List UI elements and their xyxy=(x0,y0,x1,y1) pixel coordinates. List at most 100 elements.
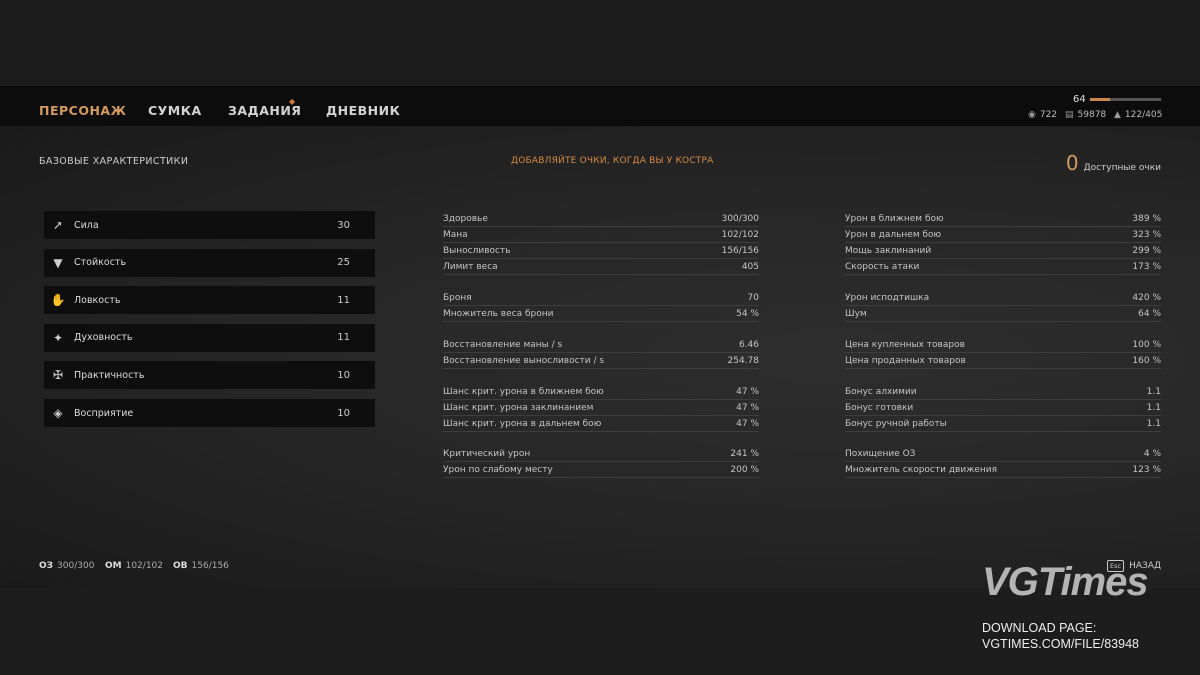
stat-label: Лимит веса xyxy=(443,261,498,272)
stat-row: Восстановление выносливости / s 254.78 xyxy=(443,353,759,369)
attribute-row[interactable]: ▼ Стойкость 25 xyxy=(44,248,375,277)
stat-row: Похищение ОЗ 4 % xyxy=(845,446,1161,462)
stat-value: 1.1 xyxy=(1146,402,1161,413)
coins-value: 722 xyxy=(1039,110,1058,120)
attribute-row[interactable]: ✦ Духовность 11 xyxy=(44,323,375,352)
stat-value: 405 xyxy=(741,261,759,272)
available-points: 0 Доступные очки xyxy=(1066,151,1161,175)
stat-label: Восстановление выносливости / s xyxy=(443,355,605,366)
tab-character[interactable]: ПЕРСОНАЖ xyxy=(39,103,126,118)
stat-row: Восстановление маны / s 6.46 xyxy=(443,337,759,353)
stat-row: Шум 64 % xyxy=(845,306,1161,322)
attribute-name: Духовность xyxy=(74,332,133,344)
stat-value: 47 % xyxy=(736,402,759,413)
stat-label: Мана xyxy=(443,229,468,240)
weight-value: 122/405 xyxy=(1124,110,1163,120)
coin-icon: ◉ xyxy=(1028,110,1036,120)
orb-icon: ✦ xyxy=(52,330,64,345)
attribute-name: Практичность xyxy=(74,369,145,381)
xp-fill xyxy=(1090,98,1110,101)
money: ▤ 59878 xyxy=(1065,110,1106,120)
stat-label: Урон исподтишка xyxy=(845,292,930,303)
stat-label: Множитель веса брони xyxy=(443,308,554,319)
stat-label: Здоровье xyxy=(443,213,488,224)
stat-value: 300/300 xyxy=(721,213,759,224)
watermark-line1: DOWNLOAD PAGE: xyxy=(982,621,1097,635)
stat-value: 241 % xyxy=(730,448,759,459)
mp-value: 102/102 xyxy=(125,561,163,571)
stat-value: 389 % xyxy=(1132,213,1161,224)
stat-label: Выносливость xyxy=(443,245,511,256)
attribute-row[interactable]: ✋ Ловкость 11 xyxy=(44,286,375,315)
stat-value: 323 % xyxy=(1132,229,1161,240)
attribute-name: Стойкость xyxy=(74,257,127,269)
stat-row: Урон в дальнем бою 323 % xyxy=(845,227,1161,243)
stat-label: Множитель скорости движения xyxy=(845,464,997,475)
attribute-value: 30 xyxy=(337,219,350,231)
stat-value: 420 % xyxy=(1132,292,1161,303)
attribute-name: Восприятие xyxy=(74,407,134,419)
tool-icon: ✠ xyxy=(52,368,64,383)
xp-bar xyxy=(1090,98,1161,101)
hp-label: ОЗ xyxy=(39,561,54,571)
stat-label: Цена проданных товаров xyxy=(845,355,966,366)
stat-label: Броня xyxy=(443,292,472,303)
stat-label: Шум xyxy=(845,308,867,319)
stat-row: Множитель скорости движения 123 % xyxy=(845,462,1161,478)
attribute-row[interactable]: ➚ Сила 30 xyxy=(44,211,375,239)
stat-row: Критический урон 241 % xyxy=(443,446,759,462)
stat-label: Цена купленных товаров xyxy=(845,339,965,350)
stat-label: Похищение ОЗ xyxy=(845,448,916,459)
stat-value: 173 % xyxy=(1132,261,1161,272)
stat-row: Лимит веса 405 xyxy=(443,259,759,275)
stat-label: Критический урон xyxy=(443,448,531,459)
stamina-readout: ОВ 156/156 xyxy=(173,561,229,571)
stat-value: 47 % xyxy=(736,386,759,397)
stamina-label: ОВ xyxy=(173,561,188,571)
stat-label: Бонус готовки xyxy=(845,402,914,413)
stat-row: Бонус готовки 1.1 xyxy=(845,400,1161,416)
level: 64 xyxy=(1073,94,1086,105)
stat-label: Урон в ближнем бою xyxy=(845,213,944,224)
watermark-line2: VGTIMES.COM/FILE/83948 xyxy=(982,637,1139,651)
attribute-row[interactable]: ✠ Практичность 10 xyxy=(44,361,375,390)
stat-value: 1.1 xyxy=(1146,418,1161,429)
points-label: Доступные очки xyxy=(1083,163,1161,173)
stat-row: Множитель веса брони 54 % xyxy=(443,306,759,322)
money-value: 59878 xyxy=(1077,110,1107,120)
tab-bag[interactable]: СУМКА xyxy=(148,103,202,118)
weight: ▲ 122/405 xyxy=(1114,110,1162,120)
stat-row: Здоровье 300/300 xyxy=(443,211,759,227)
coins: ◉ 722 xyxy=(1028,110,1057,120)
attribute-value: 11 xyxy=(337,332,350,344)
attribute-row[interactable]: ◈ Восприятие 10 xyxy=(44,399,375,427)
stat-value: 70 xyxy=(747,292,759,303)
stat-row: Урон в ближнем бою 389 % xyxy=(845,211,1161,227)
stat-label: Шанс крит. урона заклинанием xyxy=(443,402,594,413)
tab-journal[interactable]: ДНЕВНИК xyxy=(326,103,400,118)
hp-value: 300/300 xyxy=(57,561,95,571)
stat-row: Бонус ручной работы 1.1 xyxy=(845,416,1161,432)
stat-row: Цена купленных товаров 100 % xyxy=(845,337,1161,353)
stat-label: Урон по слабому месту xyxy=(443,464,553,475)
section-title: БАЗОВЫЕ ХАРАКТЕРИСТИКИ xyxy=(39,156,189,167)
weight-icon: ▲ xyxy=(1114,110,1121,120)
shield-icon: ▼ xyxy=(53,255,63,270)
attribute-name: Ловкость xyxy=(74,294,121,306)
hint-text: ДОБАВЛЯЙТЕ ОЧКИ, КОГДА ВЫ У КОСТРА xyxy=(511,156,714,166)
stat-label: Скорость атаки xyxy=(845,261,920,272)
watermark-text: DOWNLOAD PAGE: VGTIMES.COM/FILE/83948 xyxy=(982,620,1139,652)
attribute-value: 10 xyxy=(337,369,350,381)
stat-value: 4 % xyxy=(1143,448,1161,459)
stat-row: Шанс крит. урона заклинанием 47 % xyxy=(443,400,759,416)
stat-value: 123 % xyxy=(1132,464,1161,475)
stat-value: 200 % xyxy=(730,464,759,475)
stat-value: 64 % xyxy=(1138,308,1161,319)
stat-value: 156/156 xyxy=(721,245,759,256)
stat-value: 100 % xyxy=(1132,339,1161,350)
stat-row: Урон по слабому месту 200 % xyxy=(443,462,759,478)
stat-value: 6.46 xyxy=(738,339,759,350)
stat-value: 299 % xyxy=(1132,245,1161,256)
stat-row: Урон исподтишка 420 % xyxy=(845,290,1161,306)
attribute-value: 10 xyxy=(337,407,350,419)
